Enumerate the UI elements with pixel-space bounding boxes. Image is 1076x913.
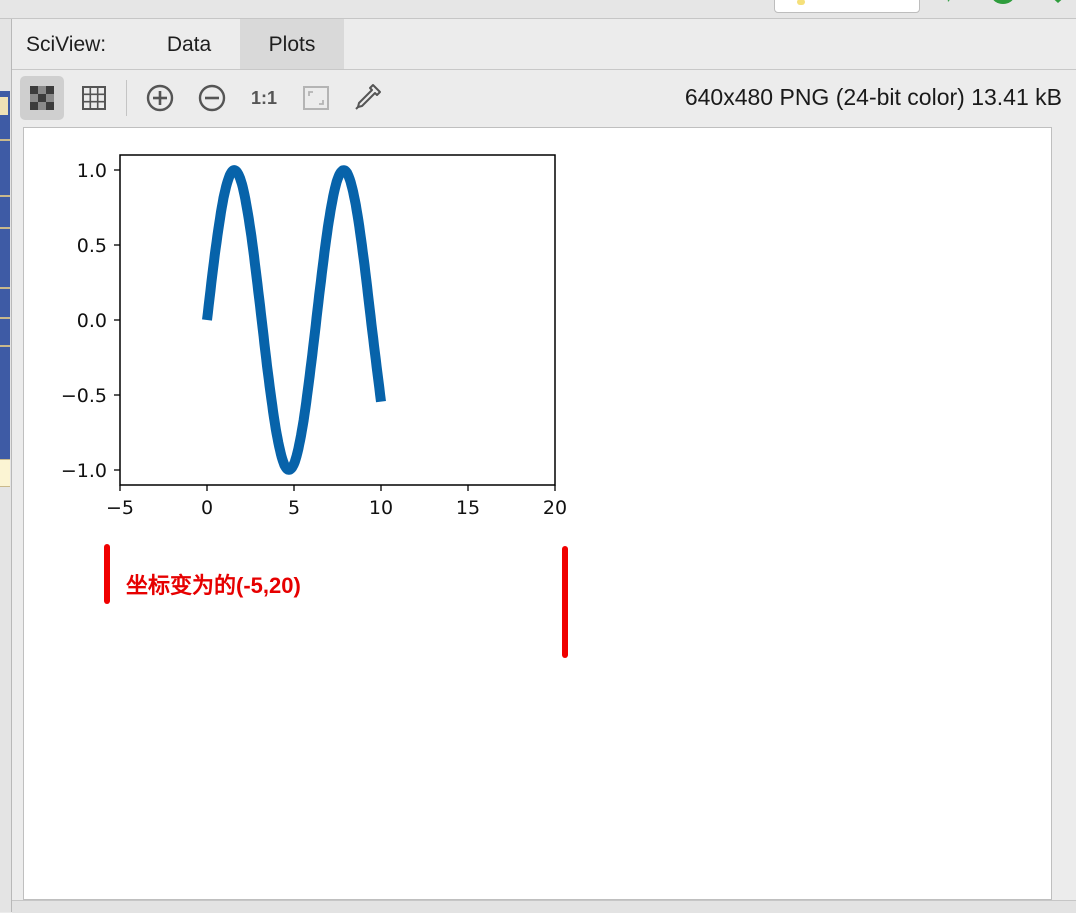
run-configuration-selector[interactable] xyxy=(774,0,920,13)
annotation-label: 坐标变为的(-5,20) xyxy=(126,573,301,598)
annotation-marker-right xyxy=(562,546,568,658)
left-side-panel-strip xyxy=(0,19,12,912)
zoom-in-button[interactable] xyxy=(138,76,182,120)
plot-axes-frame xyxy=(119,154,556,486)
y-tick-label: 0.0 xyxy=(77,310,107,332)
x-tick-label: 10 xyxy=(369,497,393,519)
debug-icon[interactable] xyxy=(990,0,1016,6)
annotation-marker-left xyxy=(104,544,110,604)
y-tick-label: 1.0 xyxy=(77,160,107,182)
tab-plots[interactable]: Plots xyxy=(240,19,344,69)
sciview-label: SciView: xyxy=(26,33,107,56)
grid-icon xyxy=(82,86,106,110)
image-toolbar: 1:1 640x480 PNG (24-bit color) 13.41 kB xyxy=(12,70,1076,126)
x-tick-label: 0 xyxy=(201,497,213,519)
zoom-out-icon xyxy=(198,84,226,112)
gutter-separator xyxy=(0,227,10,229)
toolbar-separator xyxy=(126,80,127,116)
checkerboard-icon xyxy=(30,86,54,110)
x-tick-label: 15 xyxy=(456,497,480,519)
fit-to-window-button[interactable] xyxy=(294,76,338,120)
x-tick-label: 5 xyxy=(288,497,300,519)
tab-data[interactable]: Data xyxy=(146,19,232,69)
coverage-icon[interactable] xyxy=(1046,0,1070,6)
gutter-marker xyxy=(0,459,10,487)
status-bar xyxy=(12,900,1076,913)
actual-size-button[interactable]: 1:1 xyxy=(242,76,286,120)
run-icon[interactable] xyxy=(944,0,958,6)
color-picker-button[interactable] xyxy=(346,76,390,120)
image-info-label: 640x480 PNG (24-bit color) 13.41 kB xyxy=(684,84,1062,110)
editor-gutter-highlight xyxy=(0,91,10,479)
x-tick-label: −5 xyxy=(106,497,134,519)
plot-canvas: −5 0 5 10 15 20 −1.0 −0.5 0.0 0.5 1.0 坐标变为的(-5,20) xyxy=(23,127,1052,900)
gutter-separator xyxy=(0,195,10,197)
top-bar xyxy=(0,0,1076,19)
y-tick-label: −1.0 xyxy=(61,460,107,482)
status-dot-icon xyxy=(797,0,805,5)
fit-to-window-icon xyxy=(303,86,329,110)
gutter-separator xyxy=(0,287,10,289)
zoom-in-icon xyxy=(146,84,174,112)
matplotlib-plot: −5 0 5 10 15 20 −1.0 −0.5 0.0 0.5 1.0 xyxy=(61,154,567,519)
grid-button[interactable] xyxy=(72,76,116,120)
gutter-separator xyxy=(0,345,10,347)
zoom-out-button[interactable] xyxy=(190,76,234,120)
gutter-marker xyxy=(0,97,8,115)
y-tick-label: −0.5 xyxy=(61,385,107,407)
gutter-separator xyxy=(0,139,10,141)
x-tick-label: 20 xyxy=(543,497,567,519)
y-tick-label: 0.5 xyxy=(77,235,107,257)
actual-size-icon: 1:1 xyxy=(250,88,277,108)
gutter-separator xyxy=(0,317,10,319)
checkerboard-background-button[interactable] xyxy=(20,76,64,120)
sciview-tab-bar: SciView: Data Plots xyxy=(12,19,1076,70)
color-picker-icon xyxy=(355,84,381,110)
